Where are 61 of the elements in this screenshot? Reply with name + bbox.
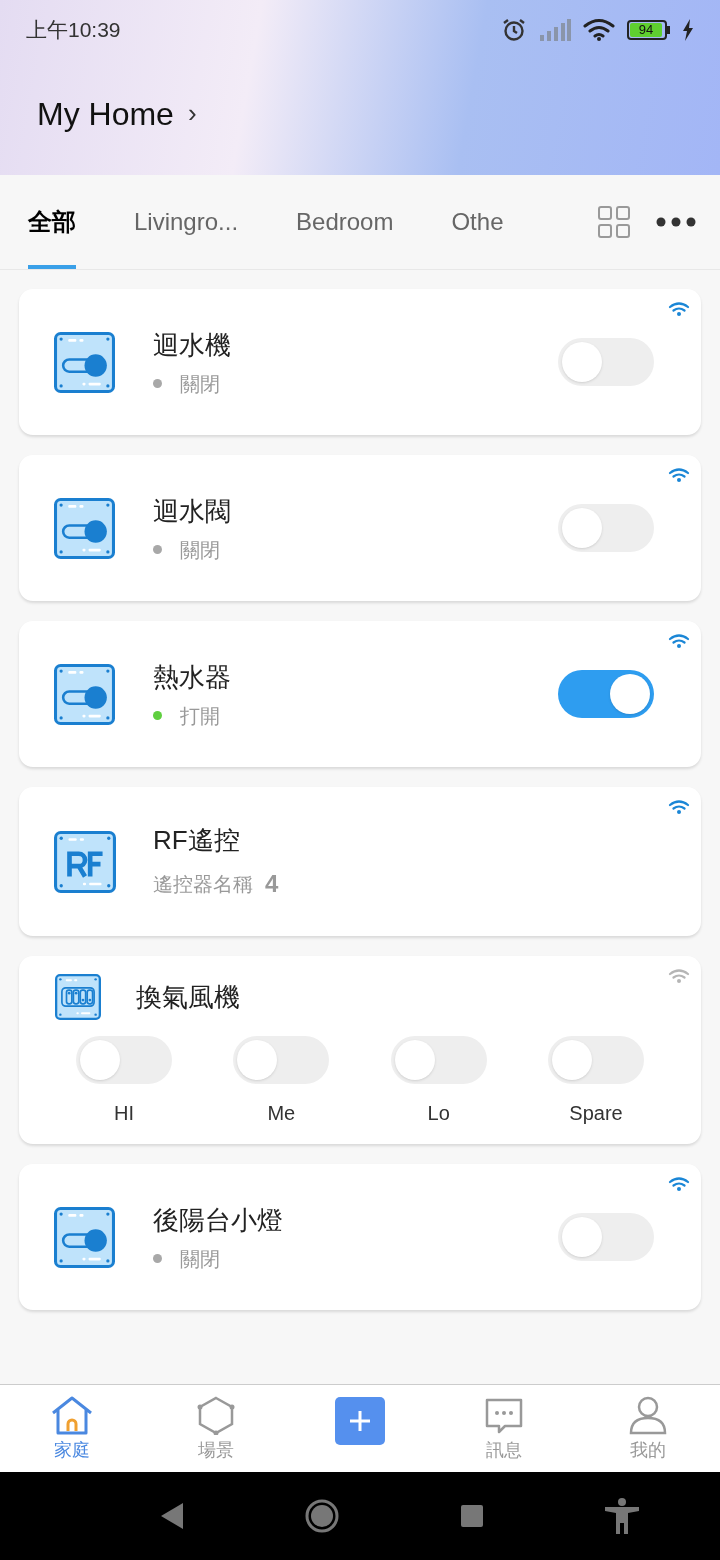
signal-icon [539, 19, 571, 41]
switch-label: Me [267, 1101, 296, 1126]
switch-label: Spare [569, 1101, 623, 1126]
device-card[interactable]: 迴水機 關閉 [19, 289, 701, 435]
device-card[interactable]: 迴水閥 關閉 [19, 455, 701, 601]
toggle-switch[interactable] [390, 1036, 487, 1084]
alarm-icon [501, 17, 527, 43]
profile-icon [628, 1395, 668, 1435]
device-name: RF遙控 [153, 824, 241, 857]
battery-level: 94 [630, 23, 662, 37]
charging-icon [682, 19, 694, 41]
device-name: 迴水閥 [153, 494, 232, 528]
remote-subtitle: 遙控器名稱 [153, 872, 253, 897]
toggle-switch[interactable] [548, 1036, 644, 1084]
switch-label: Lo [427, 1101, 450, 1126]
remote-count: 4 [265, 869, 279, 899]
nav-tab[interactable]: 家庭 [54, 1437, 90, 1464]
accessibility-icon[interactable] [605, 1498, 639, 1534]
device-card[interactable]: 熱水器 打開 [19, 621, 701, 767]
toggle-switch[interactable] [76, 1036, 172, 1084]
room-tab[interactable]: Bedroom [296, 175, 394, 269]
switch-label: HI [114, 1101, 134, 1126]
wifi-icon [583, 18, 615, 42]
toggle-switch[interactable] [233, 1036, 330, 1084]
toggle-switch[interactable] [558, 504, 654, 552]
home-button-icon[interactable] [305, 1499, 339, 1533]
chevron-icon[interactable]: › [187, 94, 197, 133]
home-icon [49, 1395, 95, 1435]
device-name: 後陽台小燈 [153, 1203, 284, 1237]
toggle-switch[interactable] [558, 670, 654, 718]
back-icon[interactable] [161, 1503, 183, 1529]
room-tab[interactable]: 全部 [28, 175, 76, 269]
device-name: 熱水器 [153, 660, 232, 694]
home-title[interactable]: My Home [37, 89, 174, 138]
add-button[interactable] [335, 1397, 385, 1445]
switch-device-icon [54, 497, 115, 559]
switch-device-icon [54, 331, 115, 393]
room-tab[interactable]: Othe [451, 175, 504, 269]
hexagon-icon [196, 1395, 236, 1435]
remote-device-icon [54, 830, 116, 893]
message-icon [484, 1397, 524, 1435]
switch-device-icon [54, 1206, 115, 1268]
grid-icon[interactable] [598, 206, 630, 238]
device-name: 迴水機 [153, 328, 232, 362]
device-card[interactable]: RF遙控 遙控器名稱 4 [19, 787, 701, 936]
fan-switch-icon [55, 974, 101, 1020]
toggle-switch[interactable] [558, 338, 654, 386]
switch-device-icon [54, 663, 115, 725]
toggle-switch[interactable] [558, 1213, 654, 1261]
room-tab[interactable]: Livingro... [134, 175, 239, 269]
device-card[interactable]: 後陽台小燈 關閉 [19, 1164, 701, 1310]
device-name: 換氣風機 [136, 980, 240, 1014]
plus-icon [348, 1409, 372, 1433]
device-status: 打開 [180, 703, 220, 729]
recents-icon[interactable] [461, 1505, 483, 1527]
device-card[interactable]: 換氣風機 HI Me Lo Spare [19, 956, 701, 1144]
device-status: 關閉 [180, 1246, 220, 1272]
device-status: 關閉 [180, 371, 220, 397]
status-time: 上午10:39 [26, 17, 121, 44]
more-icon[interactable] [656, 217, 696, 227]
device-status: 關閉 [180, 537, 220, 563]
